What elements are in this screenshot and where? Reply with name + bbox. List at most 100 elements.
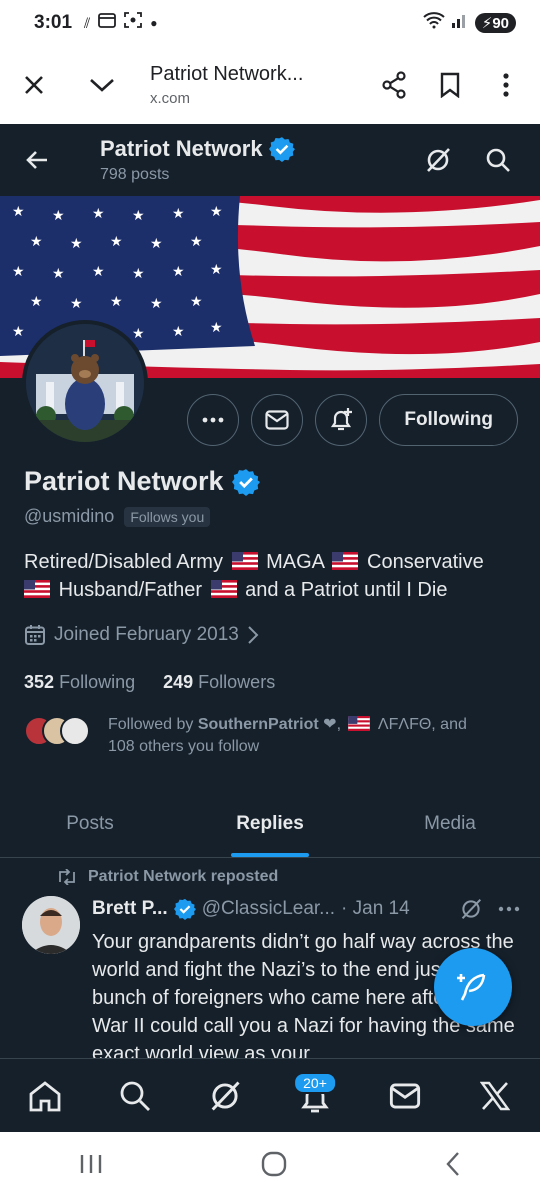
svg-text:★: ★: [190, 294, 203, 310]
verified-badge-icon: [173, 898, 196, 920]
verified-badge-icon: [268, 137, 295, 162]
mutual-avatar: [60, 716, 90, 746]
profile-avatar[interactable]: [22, 320, 148, 446]
post-date[interactable]: · Jan 14: [341, 898, 410, 920]
us-flag-icon: [332, 552, 359, 570]
post-header: Brett P... @ClassicLear... · Jan 14: [92, 898, 520, 920]
more-horizontal-icon: [202, 417, 224, 423]
close-tab-button[interactable]: [6, 57, 62, 113]
bookmark-button[interactable]: [422, 57, 478, 113]
nav-grok[interactable]: [195, 1066, 255, 1126]
nav-messages[interactable]: [375, 1066, 435, 1126]
compose-post-button[interactable]: [434, 948, 512, 1026]
svg-text:★: ★: [70, 236, 83, 252]
more-button[interactable]: [187, 394, 240, 446]
tab-title-area[interactable]: Patriot Network... x.com: [150, 63, 366, 107]
search-icon: [486, 148, 510, 172]
repost-icon: [59, 869, 75, 885]
browser-toolbar: Patriot Network... x.com: [0, 46, 540, 124]
system-navigation: [0, 1132, 540, 1200]
followed-by-section[interactable]: Followed by SouthernPatriot ❤, ΛFΛFΘ, an…: [24, 714, 528, 758]
battery-indicator: ⚡90: [474, 13, 516, 33]
back-button[interactable]: [0, 150, 74, 170]
profile-name: Patriot Network: [24, 466, 224, 496]
mail-icon: [265, 410, 289, 430]
svg-text:★: ★: [110, 294, 123, 310]
recent-apps-button[interactable]: [79, 1153, 103, 1180]
chevron-right-icon: [248, 626, 259, 644]
grok-icon: [427, 148, 450, 172]
status-time: 3:01: [34, 12, 73, 33]
grok-button[interactable]: [408, 147, 468, 173]
tab-title: Patriot Network...: [150, 63, 304, 85]
profile-actions: Following: [187, 394, 518, 446]
tab-replies[interactable]: Replies: [180, 790, 360, 857]
svg-text:★: ★: [30, 234, 43, 250]
svg-text:★: ★: [150, 296, 163, 312]
back-arrow-icon: [26, 151, 47, 169]
bell-plus-icon: [331, 408, 353, 431]
dot-icon: ●: [150, 16, 158, 30]
svg-text:★: ★: [172, 324, 185, 340]
chevron-down-icon: [90, 79, 114, 92]
system-back-button[interactable]: [445, 1151, 461, 1182]
svg-text:★: ★: [150, 236, 163, 252]
svg-text:★: ★: [132, 326, 145, 342]
svg-text:★: ★: [52, 266, 65, 282]
nav-x-premium[interactable]: [465, 1066, 525, 1126]
svg-text:★: ★: [132, 266, 145, 282]
svg-text:★: ★: [12, 324, 25, 340]
us-flag-icon: [210, 580, 237, 598]
post-author-avatar[interactable]: [22, 896, 80, 954]
minimize-tab-button[interactable]: [74, 57, 130, 113]
share-button[interactable]: [366, 57, 422, 113]
screenshot-icon: [124, 12, 143, 34]
wifi-icon: [423, 11, 445, 35]
svg-text:★: ★: [12, 264, 25, 280]
more-horizontal-icon[interactable]: [498, 906, 520, 912]
us-flag-icon: [231, 552, 258, 570]
verified-badge-icon: [231, 468, 260, 496]
following-count-link[interactable]: 352 Following: [24, 672, 135, 693]
post-author-name[interactable]: Brett P...: [92, 898, 168, 920]
status-bar: 3:01 ⫽ ● ⚡90: [0, 0, 540, 46]
close-icon: [25, 76, 43, 94]
notifications-badge: 20+: [293, 1071, 337, 1094]
following-button[interactable]: Following: [379, 394, 518, 446]
nav-home[interactable]: [15, 1066, 75, 1126]
mutual-name: SouthernPatriot: [197, 716, 319, 733]
nav-search[interactable]: [105, 1066, 165, 1126]
tab-posts[interactable]: Posts: [0, 790, 180, 857]
svg-text:★: ★: [190, 234, 203, 250]
joined-date[interactable]: Joined February 2013: [24, 624, 259, 646]
profile-bio: Retired/Disabled Army MAGA Conservative …: [24, 551, 484, 601]
signal-icon: [451, 12, 469, 34]
x-logo-icon: [480, 1081, 510, 1110]
bookmark-icon: [440, 72, 460, 98]
us-flag-icon: [348, 716, 371, 731]
home-circle-icon: [261, 1151, 287, 1176]
post-author-handle[interactable]: @ClassicLear...: [202, 898, 335, 920]
svg-text:★: ★: [52, 208, 65, 224]
home-button[interactable]: [261, 1151, 287, 1182]
search-button[interactable]: [468, 147, 528, 173]
tab-media[interactable]: Media: [360, 790, 540, 857]
nav-notifications[interactable]: 20+: [285, 1066, 345, 1126]
bear-avatar-image: [26, 324, 144, 442]
search-icon: [120, 1081, 150, 1111]
notify-button[interactable]: [315, 394, 368, 446]
followers-count-link[interactable]: 249 Followers: [163, 672, 275, 693]
svg-text:★: ★: [110, 234, 123, 250]
svg-text:★: ★: [210, 320, 223, 336]
author-photo: [22, 896, 80, 954]
grok-icon[interactable]: [460, 898, 482, 920]
svg-text:★: ★: [132, 208, 145, 224]
home-icon: [29, 1080, 61, 1111]
calendar-icon: [25, 625, 45, 645]
more-options-button[interactable]: [478, 57, 534, 113]
post-count: 798 posts: [100, 166, 170, 183]
mail-icon: [389, 1083, 421, 1108]
message-button[interactable]: [251, 394, 304, 446]
profile-header-bar: Patriot Network 798 posts: [0, 124, 540, 196]
svg-text:★: ★: [172, 206, 185, 222]
